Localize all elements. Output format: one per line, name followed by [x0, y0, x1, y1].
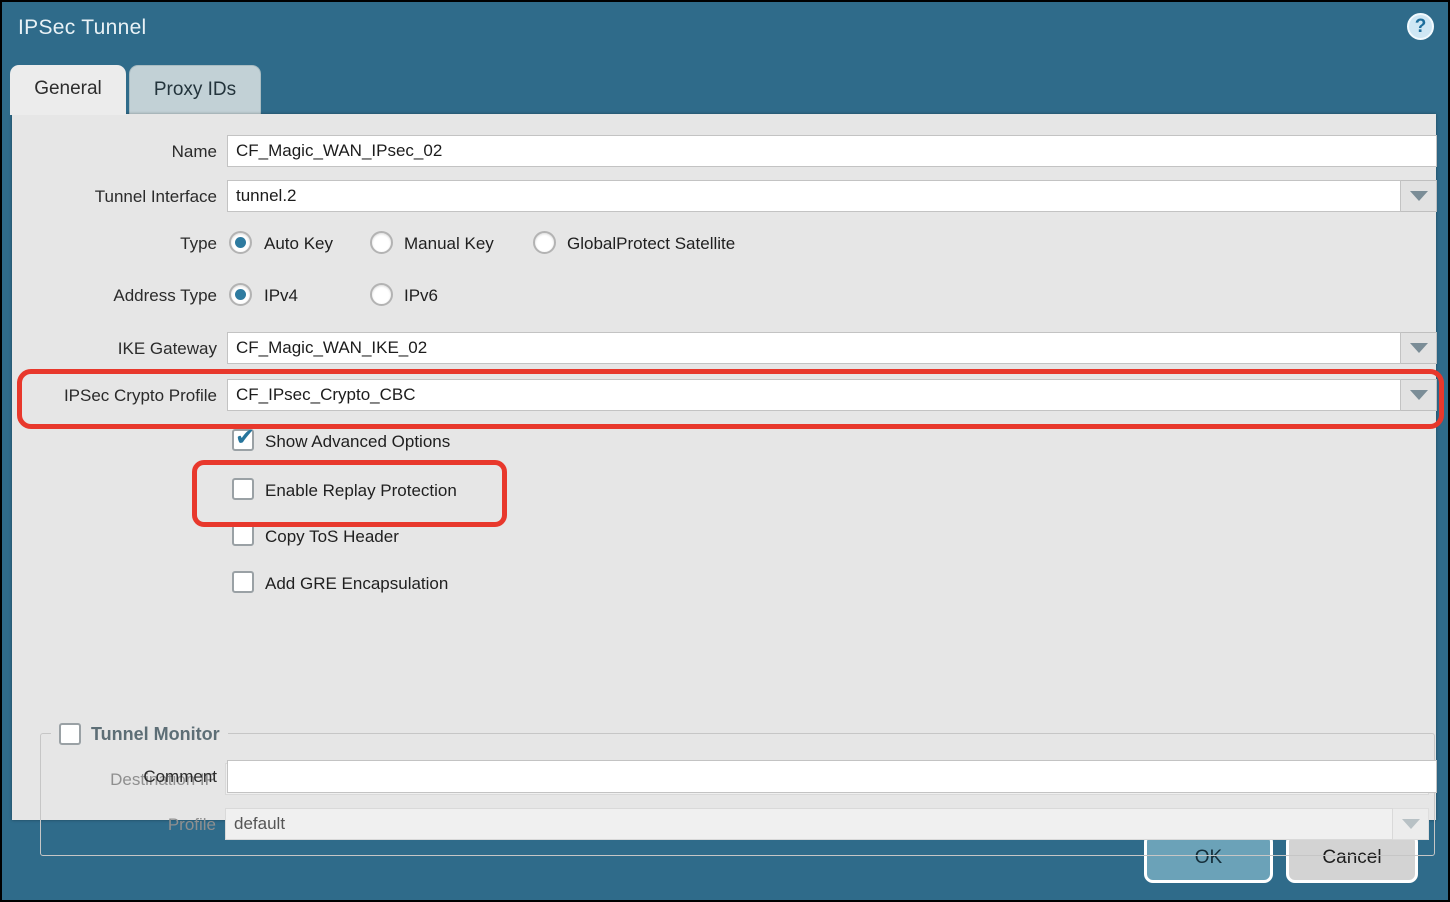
tunnel-interface-select[interactable]: tunnel.2 [227, 180, 1437, 212]
ipsec-crypto-profile-select[interactable]: CF_IPsec_Crypto_CBC [227, 379, 1437, 411]
radio-ipv4-label: IPv4 [264, 286, 298, 306]
dialog-title: IPSec Tunnel [18, 16, 147, 40]
chevron-down-icon [1410, 343, 1428, 353]
chevron-down-icon [1402, 819, 1420, 829]
tunnel-monitor-fieldset: Tunnel Monitor Destination IP 10.252.2.2… [40, 733, 1435, 856]
tunnel-interface-label: Tunnel Interface [12, 187, 217, 207]
checkbox-tunnel-monitor[interactable] [59, 723, 81, 745]
address-type-label: Address Type [12, 286, 217, 306]
ipsec-tunnel-dialog: IPSec Tunnel ? General Proxy IDs Name Tu… [0, 0, 1450, 902]
radio-ipv6[interactable] [370, 283, 393, 306]
tab-proxy-ids[interactable]: Proxy IDs [129, 65, 261, 115]
general-tab-panel: Name Tunnel Interface tunnel.2 Type Auto… [12, 114, 1436, 820]
radio-ipv6-label: IPv6 [404, 286, 438, 306]
checkbox-copy-tos-header[interactable] [232, 524, 254, 546]
comment-input[interactable] [227, 760, 1437, 793]
ike-gateway-select[interactable]: CF_Magic_WAN_IKE_02 [227, 332, 1437, 364]
ipsec-crypto-profile-label: IPSec Crypto Profile [12, 386, 217, 406]
tunnel-interface-dropdown-button[interactable] [1401, 180, 1437, 212]
checkbox-enable-replay-protection-label: Enable Replay Protection [265, 481, 457, 501]
radio-manual-key-label: Manual Key [404, 234, 494, 254]
radio-auto-key[interactable] [229, 231, 252, 254]
checkbox-copy-tos-header-label: Copy ToS Header [265, 527, 399, 547]
profile-value: default [225, 808, 1393, 840]
radio-auto-key-label: Auto Key [264, 234, 333, 254]
ipsec-crypto-profile-value[interactable]: CF_IPsec_Crypto_CBC [227, 379, 1401, 411]
type-label: Type [12, 234, 217, 254]
profile-dropdown-button [1393, 808, 1429, 840]
chevron-down-icon [1410, 390, 1428, 400]
help-icon[interactable]: ? [1407, 13, 1434, 40]
name-input[interactable] [227, 135, 1437, 167]
ike-gateway-dropdown-button[interactable] [1401, 332, 1437, 364]
checkbox-add-gre-encapsulation-label: Add GRE Encapsulation [265, 574, 448, 594]
tunnel-monitor-label: Tunnel Monitor [91, 724, 220, 745]
name-label: Name [12, 142, 217, 162]
checkbox-show-advanced-options-label: Show Advanced Options [265, 432, 450, 452]
radio-globalprotect-satellite-label: GlobalProtect Satellite [567, 234, 735, 254]
tab-general[interactable]: General [10, 65, 126, 115]
profile-select: default [225, 808, 1429, 840]
chevron-down-icon [1410, 191, 1428, 201]
checkbox-enable-replay-protection[interactable] [232, 478, 254, 500]
radio-ipv4[interactable] [229, 283, 252, 306]
radio-globalprotect-satellite[interactable] [533, 231, 556, 254]
ike-gateway-label: IKE Gateway [12, 339, 217, 359]
profile-label: Profile [41, 815, 216, 835]
ike-gateway-value[interactable]: CF_Magic_WAN_IKE_02 [227, 332, 1401, 364]
ipsec-crypto-profile-dropdown-button[interactable] [1401, 379, 1437, 411]
comment-label: Comment [12, 767, 217, 787]
tunnel-interface-value[interactable]: tunnel.2 [227, 180, 1401, 212]
tunnel-monitor-legend: Tunnel Monitor [51, 720, 228, 748]
radio-manual-key[interactable] [370, 231, 393, 254]
checkbox-add-gre-encapsulation[interactable] [232, 571, 254, 593]
checkbox-show-advanced-options[interactable] [232, 429, 254, 451]
